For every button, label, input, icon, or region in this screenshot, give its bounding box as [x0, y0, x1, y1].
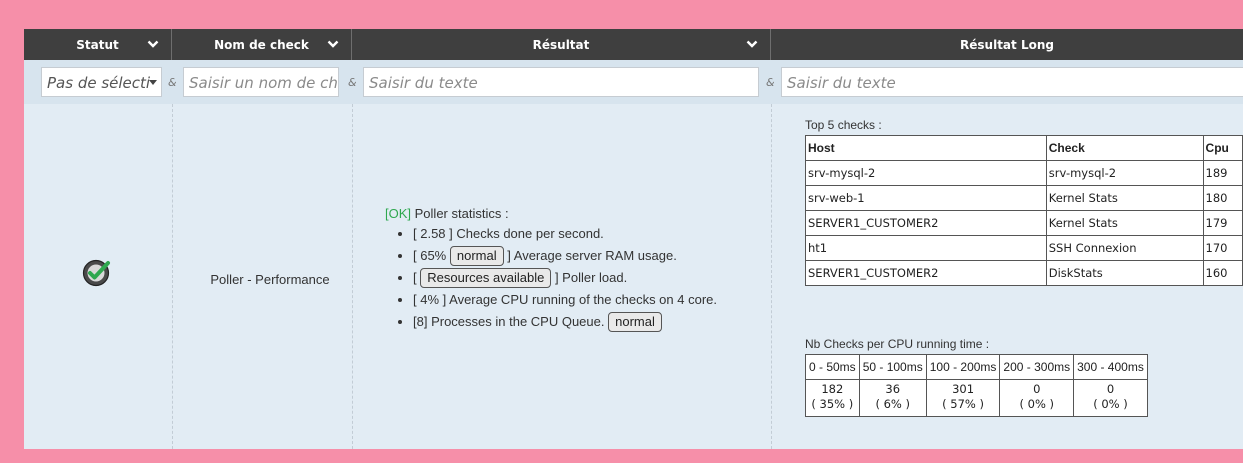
count-value: 36 [885, 382, 901, 396]
column-divider [172, 104, 173, 449]
list-item-text: ] Average server RAM usage. [507, 248, 677, 263]
count-value: 0 [1106, 382, 1115, 396]
table-row: 182( 35% ) 36( 6% ) 301( 57% ) 0( 0% ) 0… [805, 379, 1148, 417]
count-value: 301 [952, 382, 975, 396]
top5-table: Host Check Cpu srv-mysql-2 srv-mysql-2 1… [805, 135, 1243, 286]
nb-checks-caption: Nb Checks per CPU running time : [805, 337, 990, 351]
column-header: 50 - 100ms [858, 354, 927, 380]
percent-value: ( 6% ) [875, 397, 910, 411]
column-header-resultat-long-label: Résultat Long [960, 37, 1054, 52]
table-header-row: 0 - 50ms 50 - 100ms 100 - 200ms 200 - 30… [805, 354, 1148, 380]
and-operator: & [766, 76, 775, 89]
result-title-text: Poller statistics : [414, 206, 509, 221]
chevron-down-icon[interactable] [746, 38, 758, 50]
table-cell: 182( 35% ) [805, 379, 860, 417]
table-header-row: Host Check Cpu [805, 135, 1243, 161]
table-cell: 189 [1202, 160, 1243, 186]
list-item-text: ] Poller load. [554, 270, 628, 285]
list-item-text: [ [413, 270, 417, 285]
statut-filter-value: Pas de sélecti [47, 74, 151, 92]
column-header: Cpu [1202, 135, 1243, 161]
percent-value: ( 35% ) [811, 397, 854, 411]
result-list: [ 2.58 ] Checks done per second. [ 65% n… [385, 223, 717, 333]
count-value: 0 [1033, 382, 1041, 396]
list-item: [ 4% ] Average CPU running of the checks… [413, 289, 717, 311]
check-circle-icon [82, 259, 110, 287]
chevron-down-icon[interactable] [327, 38, 339, 50]
list-item-text: [8] Processes in the CPU Queue. [413, 314, 605, 329]
column-divider [771, 104, 772, 449]
count-value: 182 [821, 382, 844, 396]
column-header: 0 - 50ms [805, 354, 860, 380]
column-header: 300 - 400ms [1073, 354, 1148, 380]
table-cell: 0( 0% ) [1073, 379, 1148, 417]
table-cell: 301( 57% ) [925, 379, 1001, 417]
table-cell: srv-mysql-2 [805, 160, 1047, 186]
table-cell: ht1 [805, 235, 1047, 261]
result-cell: [OK] Poller statistics : [ 2.58 ] Checks… [385, 206, 717, 333]
column-header-resultat-long[interactable]: Résultat Long [771, 29, 1243, 60]
table-cell: 36( 6% ) [858, 379, 927, 417]
long-result-filter-placeholder: Saisir du texte [787, 74, 896, 92]
list-item: [ 2.58 ] Checks done per second. [413, 223, 717, 245]
table-cell: 0( 0% ) [999, 379, 1075, 417]
table-cell: SERVER1_CUSTOMER2 [805, 260, 1047, 286]
check-name-filter-input[interactable]: Saisir un nom de che [183, 67, 339, 97]
list-item: [ Resources available ] Poller load. [413, 267, 717, 289]
table-row: srv-mysql-2 srv-mysql-2 189 [805, 160, 1243, 186]
and-operator: & [168, 76, 177, 89]
column-header-nom[interactable]: Nom de check [172, 29, 352, 60]
chevron-down-icon[interactable] [147, 38, 159, 50]
list-item: [8] Processes in the CPU Queue. normal [413, 311, 717, 333]
column-header-statut[interactable]: Statut [24, 29, 172, 60]
column-header: Check [1045, 135, 1204, 161]
percent-value: ( 0% ) [1093, 397, 1128, 411]
table-cell: Kernel Stats [1045, 210, 1204, 236]
table-cell: Kernel Stats [1045, 185, 1204, 211]
column-header: 100 - 200ms [925, 354, 1001, 380]
table-cell: SSH Connexion [1045, 235, 1204, 261]
table-row: ht1 SSH Connexion 170 [805, 235, 1243, 261]
check-name-cell: Poller - Performance [210, 272, 330, 287]
statut-filter-select[interactable]: Pas de sélecti [41, 67, 162, 97]
list-item-text: [ 2.58 ] Checks done per second. [413, 226, 604, 241]
check-name-filter-placeholder: Saisir un nom de che [189, 74, 339, 92]
table-row: SERVER1_CUSTOMER2 Kernel Stats 179 [805, 210, 1243, 236]
status-badge: Resources available [420, 268, 552, 288]
list-item: [ 65% normal ] Average server RAM usage. [413, 245, 717, 267]
column-header: Host [805, 135, 1047, 161]
table-cell: 160 [1202, 260, 1243, 286]
list-item-text: [ 4% ] Average CPU running of the checks… [413, 292, 717, 307]
result-filter-input[interactable]: Saisir du texte [363, 67, 759, 97]
result-filter-placeholder: Saisir du texte [369, 74, 478, 92]
table-cell: DiskStats [1045, 260, 1204, 286]
table-cell: srv-web-1 [805, 185, 1047, 211]
ok-tag: [OK] [385, 206, 412, 221]
nb-checks-table: 0 - 50ms 50 - 100ms 100 - 200ms 200 - 30… [805, 354, 1148, 417]
table-row: srv-web-1 Kernel Stats 180 [805, 185, 1243, 211]
table-cell: SERVER1_CUSTOMER2 [805, 210, 1047, 236]
filter-row: Pas de sélecti & Saisir un nom de che & … [24, 60, 1243, 104]
table-cell: 170 [1202, 235, 1243, 261]
column-header: 200 - 300ms [999, 354, 1075, 380]
caret-down-icon [149, 80, 157, 85]
status-badge: normal [608, 312, 662, 332]
result-title: [OK] Poller statistics : [385, 206, 717, 221]
status-badge: normal [449, 246, 504, 266]
table-cell: srv-mysql-2 [1045, 160, 1204, 186]
percent-value: ( 0% ) [1019, 397, 1055, 411]
table-row: SERVER1_CUSTOMER2 DiskStats 160 [805, 260, 1243, 286]
column-header-resultat[interactable]: Résultat [352, 29, 771, 60]
column-header-nom-label: Nom de check [214, 37, 309, 52]
column-header-statut-label: Statut [76, 37, 119, 52]
list-item-text: [ 65% [413, 248, 447, 263]
top5-caption: Top 5 checks : [805, 118, 882, 132]
percent-value: ( 57% ) [942, 397, 984, 411]
and-operator: & [348, 76, 357, 89]
table-cell: 180 [1202, 185, 1243, 211]
table-cell: 179 [1202, 210, 1243, 236]
column-header-resultat-label: Résultat [532, 37, 590, 52]
long-result-filter-input[interactable]: Saisir du texte [781, 67, 1243, 97]
